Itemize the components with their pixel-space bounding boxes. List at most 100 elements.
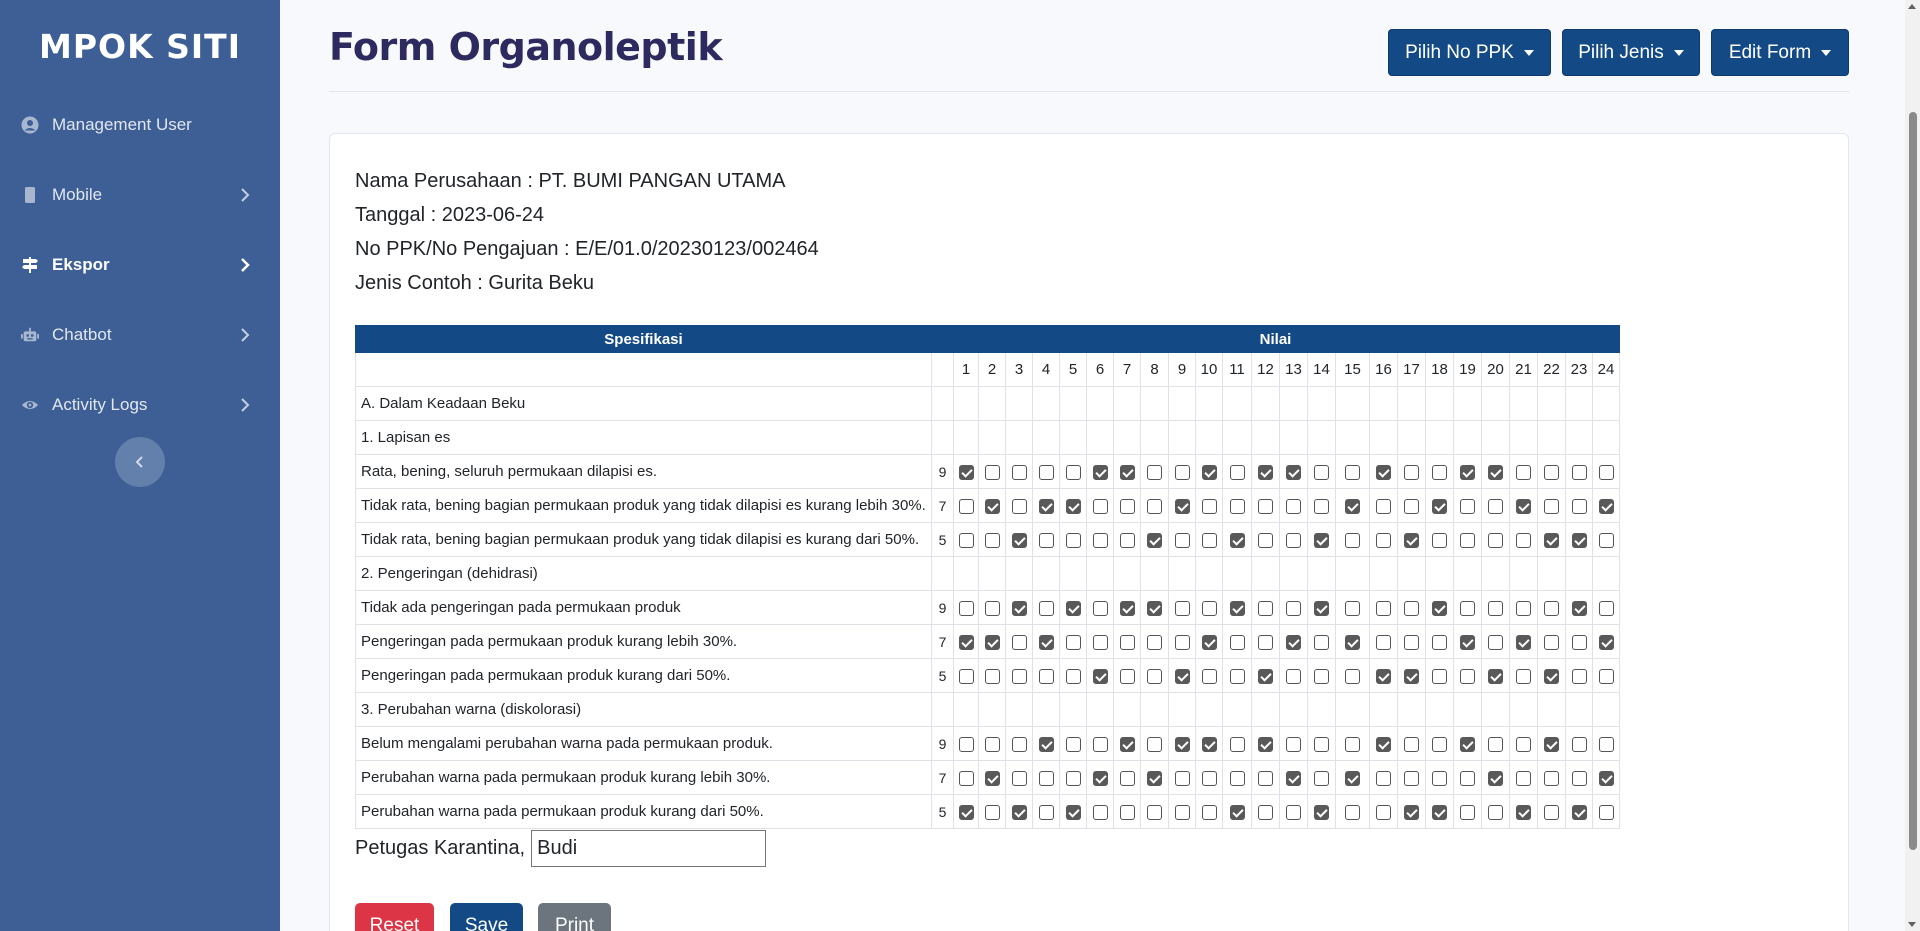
- checkbox[interactable]: [958, 498, 974, 514]
- checkbox[interactable]: [1516, 668, 1531, 684]
- checkbox[interactable]: [1286, 634, 1301, 650]
- checkbox[interactable]: [958, 736, 974, 752]
- checkbox[interactable]: [1119, 464, 1135, 480]
- check-cell[interactable]: [1592, 726, 1620, 761]
- checkbox[interactable]: [1314, 634, 1329, 650]
- checkbox[interactable]: [1544, 736, 1559, 752]
- check-cell[interactable]: [1453, 624, 1482, 659]
- check-cell[interactable]: [1397, 658, 1426, 693]
- check-cell[interactable]: [1113, 794, 1141, 829]
- sidebar-toggle-button[interactable]: [115, 437, 165, 487]
- check-cell[interactable]: [1140, 794, 1169, 829]
- checkbox[interactable]: [1119, 532, 1135, 548]
- check-cell[interactable]: [1537, 658, 1566, 693]
- checkbox[interactable]: [1314, 600, 1329, 616]
- checkbox[interactable]: [1404, 736, 1419, 752]
- checkbox[interactable]: [1258, 532, 1273, 548]
- checkbox[interactable]: [1598, 634, 1614, 650]
- checkbox[interactable]: [1174, 668, 1190, 684]
- checkbox[interactable]: [1201, 532, 1217, 548]
- checkbox[interactable]: [1065, 736, 1081, 752]
- check-cell[interactable]: [1481, 590, 1510, 625]
- checkbox[interactable]: [1376, 498, 1391, 514]
- checkbox[interactable]: [1038, 532, 1054, 548]
- check-cell[interactable]: [1113, 760, 1141, 795]
- check-cell[interactable]: [1279, 658, 1308, 693]
- checkbox[interactable]: [1201, 736, 1217, 752]
- checkbox[interactable]: [1345, 498, 1360, 514]
- checkbox[interactable]: [1147, 668, 1162, 684]
- checkbox[interactable]: [1174, 736, 1190, 752]
- check-cell[interactable]: [1509, 454, 1538, 489]
- check-cell[interactable]: [1307, 522, 1336, 557]
- checkbox[interactable]: [984, 804, 1000, 820]
- check-cell[interactable]: [1307, 760, 1336, 795]
- check-cell[interactable]: [1113, 726, 1141, 761]
- checkbox[interactable]: [1065, 532, 1081, 548]
- check-cell[interactable]: [1168, 726, 1196, 761]
- checkbox[interactable]: [1092, 600, 1108, 616]
- check-cell[interactable]: [1113, 590, 1141, 625]
- checkbox[interactable]: [1345, 770, 1360, 786]
- checkbox[interactable]: [1119, 804, 1135, 820]
- checkbox[interactable]: [1258, 804, 1273, 820]
- check-cell[interactable]: [953, 488, 979, 523]
- checkbox[interactable]: [1598, 736, 1614, 752]
- checkbox[interactable]: [984, 498, 1000, 514]
- check-cell[interactable]: [1335, 794, 1370, 829]
- check-cell[interactable]: [1005, 624, 1033, 659]
- checkbox[interactable]: [1174, 600, 1190, 616]
- checkbox[interactable]: [984, 532, 1000, 548]
- check-cell[interactable]: [1168, 624, 1196, 659]
- check-cell[interactable]: [1279, 794, 1308, 829]
- check-cell[interactable]: [1565, 794, 1593, 829]
- check-cell[interactable]: [1335, 522, 1370, 557]
- checkbox[interactable]: [1460, 804, 1475, 820]
- check-cell[interactable]: [1140, 658, 1169, 693]
- check-cell[interactable]: [1307, 454, 1336, 489]
- check-cell[interactable]: [1059, 488, 1087, 523]
- checkbox[interactable]: [1345, 736, 1360, 752]
- checkbox[interactable]: [958, 668, 974, 684]
- check-cell[interactable]: [1453, 454, 1482, 489]
- check-cell[interactable]: [1032, 454, 1060, 489]
- check-cell[interactable]: [1369, 794, 1398, 829]
- checkbox[interactable]: [1147, 498, 1162, 514]
- checkbox[interactable]: [1201, 634, 1217, 650]
- checkbox[interactable]: [1516, 736, 1531, 752]
- checkbox[interactable]: [1571, 804, 1587, 820]
- checkbox[interactable]: [1065, 770, 1081, 786]
- check-cell[interactable]: [1453, 760, 1482, 795]
- check-cell[interactable]: [1005, 760, 1033, 795]
- checkbox[interactable]: [1065, 600, 1081, 616]
- check-cell[interactable]: [1565, 488, 1593, 523]
- checkbox[interactable]: [1460, 498, 1475, 514]
- checkbox[interactable]: [1571, 770, 1587, 786]
- check-cell[interactable]: [1509, 624, 1538, 659]
- checkbox[interactable]: [958, 532, 974, 548]
- check-cell[interactable]: [1335, 760, 1370, 795]
- checkbox[interactable]: [984, 464, 1000, 480]
- check-cell[interactable]: [1032, 590, 1060, 625]
- check-cell[interactable]: [1592, 454, 1620, 489]
- check-cell[interactable]: [1397, 624, 1426, 659]
- check-cell[interactable]: [1140, 454, 1169, 489]
- checkbox[interactable]: [1286, 532, 1301, 548]
- checkbox[interactable]: [1011, 668, 1027, 684]
- check-cell[interactable]: [1251, 488, 1280, 523]
- checkbox[interactable]: [1286, 668, 1301, 684]
- check-cell[interactable]: [1195, 658, 1223, 693]
- checkbox[interactable]: [1516, 770, 1531, 786]
- checkbox[interactable]: [958, 600, 974, 616]
- checkbox[interactable]: [1286, 498, 1301, 514]
- checkbox[interactable]: [1038, 464, 1054, 480]
- checkbox[interactable]: [1174, 770, 1190, 786]
- check-cell[interactable]: [1307, 794, 1336, 829]
- check-cell[interactable]: [1168, 590, 1196, 625]
- checkbox[interactable]: [1147, 464, 1162, 480]
- checkbox[interactable]: [1038, 736, 1054, 752]
- check-cell[interactable]: [1251, 760, 1280, 795]
- check-cell[interactable]: [978, 726, 1006, 761]
- checkbox[interactable]: [1092, 770, 1108, 786]
- check-cell[interactable]: [1592, 624, 1620, 659]
